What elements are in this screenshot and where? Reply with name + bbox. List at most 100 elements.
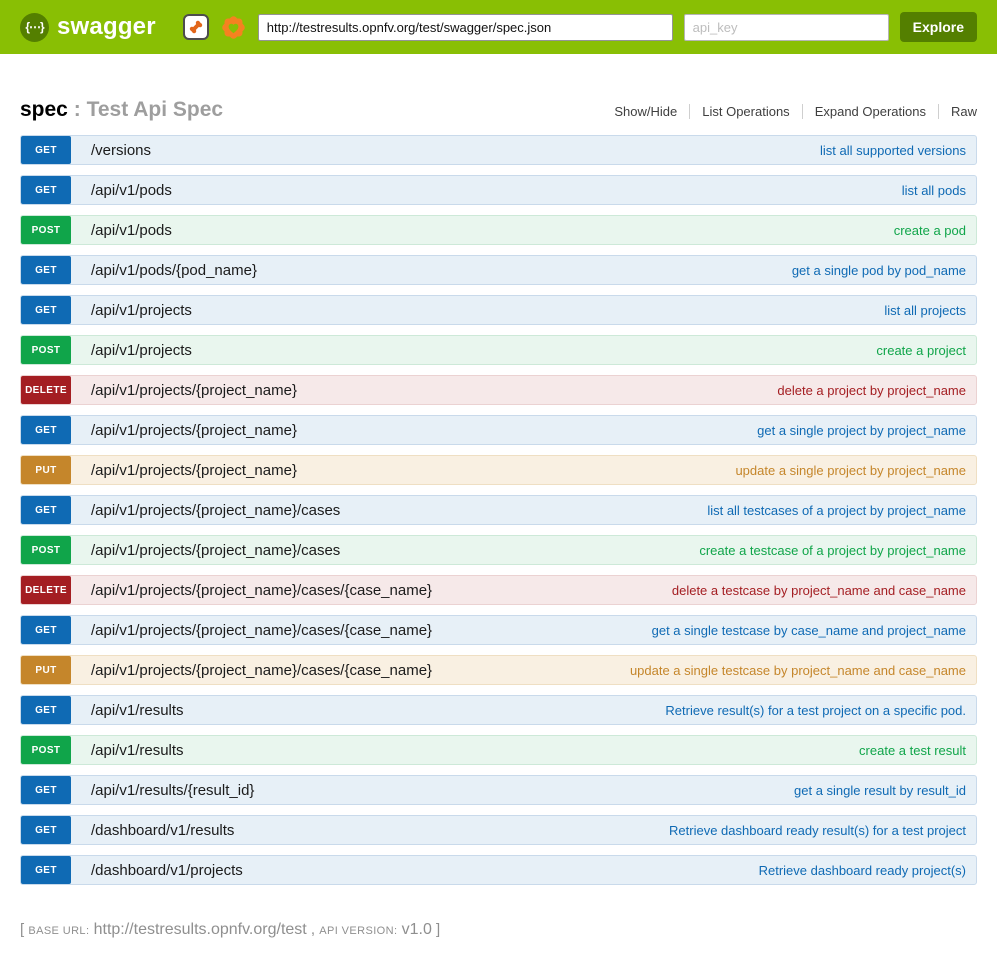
endpoint-summary-link[interactable]: create a pod	[894, 216, 976, 244]
operations-toolbar: Show/Hide List Operations Expand Operati…	[602, 104, 977, 119]
http-method-badge: POST	[21, 336, 71, 364]
http-method-badge: GET	[21, 256, 71, 284]
api-description: Test Api Spec	[87, 98, 224, 121]
main-content: spec : Test Api Spec Show/Hide List Oper…	[20, 54, 977, 953]
endpoint-path-link[interactable]: /api/v1/pods/{pod_name}	[91, 256, 257, 284]
footer-bracket-close: ]	[436, 921, 440, 938]
endpoint-path-link[interactable]: /api/v1/projects/{project_name}/cases	[91, 496, 340, 524]
top-header-bar: {⋯} swagger	[0, 0, 997, 54]
page-title: spec : Test Api Spec	[20, 98, 223, 122]
spec-url-input[interactable]	[258, 14, 673, 41]
endpoint-path-link[interactable]: /api/v1/projects	[91, 296, 192, 324]
endpoint-summary-link[interactable]: Retrieve dashboard ready result(s) for a…	[669, 816, 976, 844]
http-method-badge: GET	[21, 816, 71, 844]
endpoint-summary-link[interactable]: create a testcase of a project by projec…	[699, 536, 976, 564]
http-method-badge: GET	[21, 496, 71, 524]
base-url-footer: [ base url: http://testresults.opnfv.org…	[20, 921, 977, 953]
endpoint-summary-link[interactable]: list all pods	[902, 176, 976, 204]
http-method-badge: POST	[21, 736, 71, 764]
gear-heart-button[interactable]	[220, 14, 247, 41]
http-method-badge: GET	[21, 416, 71, 444]
endpoint-row[interactable]: GET /api/v1/projects/{project_name} get …	[20, 415, 977, 445]
endpoint-summary-link[interactable]: Retrieve dashboard ready project(s)	[759, 856, 976, 884]
curly-braces-glyph: {⋯}	[25, 20, 43, 34]
endpoint-summary-link[interactable]: get a single result by result_id	[794, 776, 976, 804]
endpoint-summary-link[interactable]: update a single project by project_name	[735, 456, 976, 484]
endpoint-path-link[interactable]: /dashboard/v1/results	[91, 816, 234, 844]
endpoint-summary-link[interactable]: list all testcases of a project by proje…	[707, 496, 976, 524]
title-separator: :	[74, 98, 81, 121]
endpoint-path-link[interactable]: /api/v1/projects/{project_name}	[91, 376, 297, 404]
endpoint-row[interactable]: GET /dashboard/v1/results Retrieve dashb…	[20, 815, 977, 845]
http-method-badge: GET	[21, 296, 71, 324]
base-url-value: http://testresults.opnfv.org/test	[94, 921, 307, 938]
explore-button[interactable]: Explore	[900, 12, 977, 42]
endpoint-path-link[interactable]: /api/v1/projects/{project_name}/cases	[91, 536, 340, 564]
http-method-badge: GET	[21, 696, 71, 724]
endpoint-row[interactable]: GET /api/v1/projects list all projects	[20, 295, 977, 325]
show-hide-link[interactable]: Show/Hide	[602, 104, 689, 119]
http-method-badge: PUT	[21, 456, 71, 484]
endpoint-path-link[interactable]: /api/v1/pods	[91, 176, 172, 204]
endpoint-summary-link[interactable]: delete a project by project_name	[777, 376, 976, 404]
api-key-input[interactable]	[684, 14, 889, 41]
swagger-logo-icon: {⋯}	[20, 13, 49, 42]
http-method-badge: GET	[21, 176, 71, 204]
endpoint-path-link[interactable]: /api/v1/results	[91, 736, 184, 764]
endpoint-row[interactable]: GET /versions list all supported version…	[20, 135, 977, 165]
api-name: spec	[20, 98, 68, 121]
endpoint-path-link[interactable]: /versions	[91, 136, 151, 164]
endpoint-summary-link[interactable]: Retrieve result(s) for a test project on…	[665, 696, 976, 724]
list-operations-link[interactable]: List Operations	[689, 104, 801, 119]
endpoint-summary-link[interactable]: get a single project by project_name	[757, 416, 976, 444]
http-method-badge: GET	[21, 776, 71, 804]
endpoint-row[interactable]: DELETE /api/v1/projects/{project_name}/c…	[20, 575, 977, 605]
endpoint-row[interactable]: DELETE /api/v1/projects/{project_name} d…	[20, 375, 977, 405]
bone-extension-button[interactable]	[183, 14, 209, 40]
endpoint-row[interactable]: POST /api/v1/results create a test resul…	[20, 735, 977, 765]
http-method-badge: PUT	[21, 656, 71, 684]
raw-link[interactable]: Raw	[938, 104, 977, 119]
endpoint-path-link[interactable]: /api/v1/results	[91, 696, 184, 724]
endpoint-path-link[interactable]: /api/v1/projects/{project_name}	[91, 456, 297, 484]
endpoint-path-link[interactable]: /api/v1/projects/{project_name}	[91, 416, 297, 444]
http-method-badge: POST	[21, 216, 71, 244]
endpoint-row[interactable]: GET /api/v1/results Retrieve result(s) f…	[20, 695, 977, 725]
endpoint-row[interactable]: GET /api/v1/results/{result_id} get a si…	[20, 775, 977, 805]
footer-bracket-open: [	[20, 921, 24, 938]
endpoint-summary-link[interactable]: delete a testcase by project_name and ca…	[672, 576, 976, 604]
endpoint-row[interactable]: GET /api/v1/projects/{project_name}/case…	[20, 495, 977, 525]
endpoint-summary-link[interactable]: update a single testcase by project_name…	[630, 656, 976, 684]
endpoint-path-link[interactable]: /api/v1/pods	[91, 216, 172, 244]
endpoint-summary-link[interactable]: get a single pod by pod_name	[792, 256, 976, 284]
endpoint-row[interactable]: GET /api/v1/pods list all pods	[20, 175, 977, 205]
api-version-label: api version	[319, 925, 394, 937]
api-version-value: v1.0	[402, 921, 432, 938]
endpoint-path-link[interactable]: /api/v1/projects/{project_name}/cases/{c…	[91, 616, 432, 644]
swagger-logo[interactable]: {⋯} swagger	[20, 13, 156, 42]
endpoint-row[interactable]: GET /api/v1/pods/{pod_name} get a single…	[20, 255, 977, 285]
http-method-badge: GET	[21, 616, 71, 644]
endpoint-path-link[interactable]: /api/v1/projects/{project_name}/cases/{c…	[91, 656, 432, 684]
bone-icon	[188, 19, 204, 35]
endpoint-summary-link[interactable]: create a project	[876, 336, 976, 364]
endpoint-row[interactable]: GET /api/v1/projects/{project_name}/case…	[20, 615, 977, 645]
endpoint-summary-link[interactable]: create a test result	[859, 736, 976, 764]
endpoint-path-link[interactable]: /api/v1/projects	[91, 336, 192, 364]
endpoint-row[interactable]: POST /api/v1/pods create a pod	[20, 215, 977, 245]
endpoint-summary-link[interactable]: list all projects	[884, 296, 976, 324]
endpoint-row[interactable]: POST /api/v1/projects create a project	[20, 335, 977, 365]
endpoint-row[interactable]: POST /api/v1/projects/{project_name}/cas…	[20, 535, 977, 565]
endpoint-summary-link[interactable]: list all supported versions	[820, 136, 976, 164]
expand-operations-link[interactable]: Expand Operations	[802, 104, 938, 119]
endpoint-path-link[interactable]: /dashboard/v1/projects	[91, 856, 243, 884]
endpoint-summary-link[interactable]: get a single testcase by case_name and p…	[652, 616, 976, 644]
endpoint-path-link[interactable]: /api/v1/projects/{project_name}/cases/{c…	[91, 576, 432, 604]
http-method-badge: DELETE	[21, 576, 71, 604]
http-method-badge: POST	[21, 536, 71, 564]
endpoint-path-link[interactable]: /api/v1/results/{result_id}	[91, 776, 254, 804]
endpoint-row[interactable]: GET /dashboard/v1/projects Retrieve dash…	[20, 855, 977, 885]
endpoint-row[interactable]: PUT /api/v1/projects/{project_name}/case…	[20, 655, 977, 685]
endpoint-row[interactable]: PUT /api/v1/projects/{project_name} upda…	[20, 455, 977, 485]
gear-heart-icon	[220, 14, 247, 41]
